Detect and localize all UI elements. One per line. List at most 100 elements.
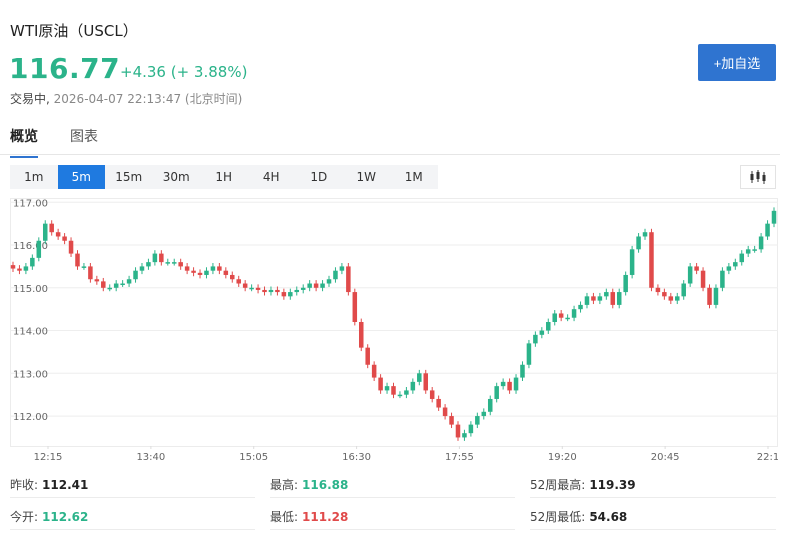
divider	[270, 529, 515, 530]
range-1m[interactable]: 1m	[10, 165, 58, 189]
candle	[520, 361, 525, 382]
candle	[726, 262, 732, 275]
stat-value: 116.88	[302, 478, 349, 492]
candle-body	[346, 266, 351, 293]
candle-body	[223, 270, 229, 275]
candle-body	[546, 322, 551, 331]
range-30m[interactable]: 30m	[153, 165, 201, 189]
candle	[223, 267, 229, 279]
x-tick-label: 22:1	[757, 452, 778, 463]
candle	[23, 262, 29, 275]
stat-value: 111.28	[302, 510, 349, 524]
candle-body	[733, 262, 738, 267]
divider	[530, 529, 776, 530]
candle	[204, 267, 209, 279]
candle-body	[578, 304, 583, 310]
candle-body	[255, 287, 261, 290]
candle	[681, 280, 686, 300]
range-1w[interactable]: 1W	[343, 165, 391, 189]
x-tick-label: 16:30	[342, 452, 371, 463]
candle	[571, 305, 577, 322]
stat-label: 最高:	[270, 478, 299, 492]
candle	[700, 267, 706, 292]
candle	[197, 269, 203, 279]
stat-open: 今开: 112.62	[10, 508, 88, 525]
candle	[242, 280, 248, 292]
candle	[326, 275, 332, 287]
candle-body	[616, 292, 622, 305]
candle-body	[146, 262, 151, 267]
range-1h[interactable]: 1H	[200, 165, 248, 189]
trading-status: 交易中, 2026-04-07 22:13:47 (北京时间)	[10, 90, 242, 107]
candle-body	[333, 270, 338, 280]
candle-body	[610, 292, 616, 305]
candle-body	[475, 416, 480, 425]
range-4h[interactable]: 4H	[248, 165, 296, 189]
candle-body	[591, 296, 596, 301]
add-watchlist-button[interactable]: +加自选	[698, 44, 776, 81]
candle-body	[88, 266, 93, 280]
candle	[281, 288, 287, 300]
candle	[146, 258, 151, 270]
candle	[139, 262, 145, 275]
candle	[133, 267, 138, 283]
candle-body	[262, 289, 267, 293]
candle	[546, 318, 551, 334]
candle	[558, 310, 564, 322]
candle-body	[68, 240, 74, 254]
stat-value: 119.39	[589, 478, 636, 492]
range-1d[interactable]: 1D	[295, 165, 343, 189]
candle	[352, 288, 358, 326]
candle	[159, 250, 164, 266]
candle-body	[739, 253, 745, 263]
candle-body	[449, 416, 454, 425]
divider	[530, 497, 776, 498]
chart-type-toggle[interactable]	[740, 165, 776, 189]
candle-body	[726, 266, 732, 271]
candle	[584, 292, 590, 309]
candle	[358, 318, 364, 352]
candle-body	[275, 289, 280, 293]
candle-body	[288, 292, 293, 297]
candle-body	[378, 377, 383, 391]
candle-body	[629, 249, 635, 275]
range-5m[interactable]: 5m	[57, 165, 105, 189]
candle	[758, 233, 764, 253]
candle	[165, 258, 171, 266]
candle-body	[42, 223, 48, 241]
candle-body	[442, 407, 448, 417]
candle-body	[481, 411, 487, 417]
candle	[604, 288, 609, 300]
candle	[404, 386, 409, 399]
candle-body	[571, 309, 577, 318]
range-15m[interactable]: 15m	[105, 165, 153, 189]
candle-body	[597, 296, 603, 301]
price-change: +4.36 (+ 3.88%)	[120, 63, 248, 81]
candle-body	[771, 210, 777, 224]
candlestick-chart[interactable]: 112.00 113.00 114.00 115.00 116.00 117.00 12:…	[10, 198, 778, 463]
candle	[687, 262, 693, 287]
candle-body	[520, 364, 525, 378]
tab-chart[interactable]: 图表	[70, 126, 98, 146]
tab-overview[interactable]: 概览	[10, 126, 38, 158]
candle-body	[675, 296, 680, 301]
candle	[217, 262, 222, 275]
stat-label: 52周最低:	[530, 510, 586, 524]
stat-label: 今开:	[10, 510, 39, 524]
candle	[455, 421, 461, 441]
candle-body	[184, 266, 190, 271]
instrument-title: WTI原油（USCL）	[10, 22, 138, 40]
tab-bar: 概览 图表	[0, 126, 780, 158]
candle	[120, 280, 125, 287]
candle	[333, 267, 338, 283]
candle	[720, 267, 725, 292]
range-1mo[interactable]: 1M	[390, 165, 438, 189]
candle-body	[533, 334, 538, 344]
candle	[126, 275, 132, 287]
stat-low: 最低: 111.28	[270, 508, 348, 525]
candle	[42, 220, 48, 245]
candle	[462, 429, 467, 441]
candle-body	[281, 292, 287, 297]
candle-body	[565, 317, 570, 320]
candle-body	[62, 236, 67, 241]
